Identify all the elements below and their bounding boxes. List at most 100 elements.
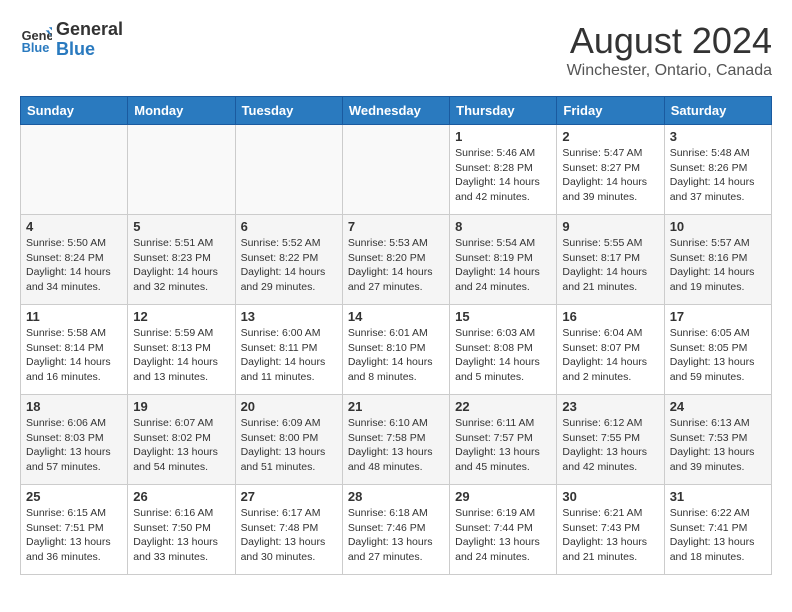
day-info: Sunrise: 5:58 AMSunset: 8:14 PMDaylight:… bbox=[26, 326, 122, 385]
day-info: Sunrise: 6:09 AMSunset: 8:00 PMDaylight:… bbox=[241, 416, 337, 475]
day-header-tuesday: Tuesday bbox=[235, 97, 342, 125]
day-number: 10 bbox=[670, 219, 766, 234]
calendar-week-3: 11Sunrise: 5:58 AMSunset: 8:14 PMDayligh… bbox=[21, 305, 772, 395]
calendar-cell: 20 Sunrise: 6:09 AMSunset: 8:00 PMDayligh… bbox=[235, 395, 342, 485]
calendar-week-2: 4Sunrise: 5:50 AMSunset: 8:24 PMDaylight… bbox=[21, 215, 772, 305]
calendar-cell: 19 Sunrise: 6:07 AMSunset: 8:02 PMDayligh… bbox=[128, 395, 235, 485]
day-number: 3 bbox=[670, 129, 766, 144]
day-number: 1 bbox=[455, 129, 551, 144]
logo-general-text: General bbox=[56, 20, 123, 40]
day-info: Sunrise: 6:05 AMSunset: 8:05 PMDaylight:… bbox=[670, 326, 766, 385]
day-info: Sunrise: 5:48 AMSunset: 8:26 PMDaylight:… bbox=[670, 146, 766, 205]
header-row: SundayMondayTuesdayWednesdayThursdayFrid… bbox=[21, 97, 772, 125]
calendar-cell: 6Sunrise: 5:52 AMSunset: 8:22 PMDaylight… bbox=[235, 215, 342, 305]
day-info: Sunrise: 5:55 AMSunset: 8:17 PMDaylight:… bbox=[562, 236, 658, 295]
day-header-wednesday: Wednesday bbox=[342, 97, 449, 125]
calendar-cell: 23 Sunrise: 6:12 AMSunset: 7:55 PMDayligh… bbox=[557, 395, 664, 485]
calendar-cell: 22Sunrise: 6:11 AMSunset: 7:57 PMDayligh… bbox=[450, 395, 557, 485]
day-number: 25 bbox=[26, 489, 122, 504]
day-info: Sunrise: 5:47 AMSunset: 8:27 PMDaylight:… bbox=[562, 146, 658, 205]
calendar-cell: 16 Sunrise: 6:04 AMSunset: 8:07 PMDayligh… bbox=[557, 305, 664, 395]
calendar-cell bbox=[21, 125, 128, 215]
day-number: 23 bbox=[562, 399, 658, 414]
day-info: Sunrise: 5:54 AMSunset: 8:19 PMDaylight:… bbox=[455, 236, 551, 295]
day-info: Sunrise: 6:12 AMSunset: 7:55 PMDaylight:… bbox=[562, 416, 658, 475]
day-number: 2 bbox=[562, 129, 658, 144]
title-section: August 2024 Winchester, Ontario, Canada bbox=[567, 20, 772, 80]
day-info: Sunrise: 6:07 AMSunset: 8:02 PMDaylight:… bbox=[133, 416, 229, 475]
day-number: 8 bbox=[455, 219, 551, 234]
calendar-cell: 8 Sunrise: 5:54 AMSunset: 8:19 PMDaylight… bbox=[450, 215, 557, 305]
day-number: 31 bbox=[670, 489, 766, 504]
day-info: Sunrise: 6:15 AMSunset: 7:51 PMDaylight:… bbox=[26, 506, 122, 565]
calendar-cell bbox=[342, 125, 449, 215]
day-info: Sunrise: 6:01 AMSunset: 8:10 PMDaylight:… bbox=[348, 326, 444, 385]
day-number: 29 bbox=[455, 489, 551, 504]
day-info: Sunrise: 6:18 AMSunset: 7:46 PMDaylight:… bbox=[348, 506, 444, 565]
day-number: 16 bbox=[562, 309, 658, 324]
calendar-cell: 17Sunrise: 6:05 AMSunset: 8:05 PMDayligh… bbox=[664, 305, 771, 395]
day-number: 14 bbox=[348, 309, 444, 324]
day-number: 22 bbox=[455, 399, 551, 414]
calendar-cell: 7 Sunrise: 5:53 AMSunset: 8:20 PMDaylight… bbox=[342, 215, 449, 305]
day-info: Sunrise: 5:59 AMSunset: 8:13 PMDaylight:… bbox=[133, 326, 229, 385]
day-number: 18 bbox=[26, 399, 122, 414]
calendar-cell: 30 Sunrise: 6:21 AMSunset: 7:43 PMDayligh… bbox=[557, 485, 664, 575]
day-number: 12 bbox=[133, 309, 229, 324]
day-info: Sunrise: 5:46 AMSunset: 8:28 PMDaylight:… bbox=[455, 146, 551, 205]
calendar-cell: 26 Sunrise: 6:16 AMSunset: 7:50 PMDayligh… bbox=[128, 485, 235, 575]
day-info: Sunrise: 5:53 AMSunset: 8:20 PMDaylight:… bbox=[348, 236, 444, 295]
day-header-thursday: Thursday bbox=[450, 97, 557, 125]
day-number: 30 bbox=[562, 489, 658, 504]
day-info: Sunrise: 6:13 AMSunset: 7:53 PMDaylight:… bbox=[670, 416, 766, 475]
day-number: 19 bbox=[133, 399, 229, 414]
day-info: Sunrise: 6:10 AMSunset: 7:58 PMDaylight:… bbox=[348, 416, 444, 475]
day-info: Sunrise: 6:04 AMSunset: 8:07 PMDaylight:… bbox=[562, 326, 658, 385]
calendar-cell: 21 Sunrise: 6:10 AMSunset: 7:58 PMDayligh… bbox=[342, 395, 449, 485]
month-year-title: August 2024 bbox=[567, 20, 772, 62]
calendar-cell: 14 Sunrise: 6:01 AMSunset: 8:10 PMDayligh… bbox=[342, 305, 449, 395]
day-info: Sunrise: 6:21 AMSunset: 7:43 PMDaylight:… bbox=[562, 506, 658, 565]
day-number: 7 bbox=[348, 219, 444, 234]
page-header: General Blue General Blue August 2024 Wi… bbox=[20, 20, 772, 80]
day-number: 20 bbox=[241, 399, 337, 414]
day-header-monday: Monday bbox=[128, 97, 235, 125]
day-info: Sunrise: 6:16 AMSunset: 7:50 PMDaylight:… bbox=[133, 506, 229, 565]
day-number: 27 bbox=[241, 489, 337, 504]
day-header-saturday: Saturday bbox=[664, 97, 771, 125]
day-info: Sunrise: 6:06 AMSunset: 8:03 PMDaylight:… bbox=[26, 416, 122, 475]
calendar-cell bbox=[128, 125, 235, 215]
calendar-cell: 11Sunrise: 5:58 AMSunset: 8:14 PMDayligh… bbox=[21, 305, 128, 395]
day-number: 21 bbox=[348, 399, 444, 414]
day-number: 24 bbox=[670, 399, 766, 414]
calendar-table: SundayMondayTuesdayWednesdayThursdayFrid… bbox=[20, 96, 772, 575]
calendar-cell: 9Sunrise: 5:55 AMSunset: 8:17 PMDaylight… bbox=[557, 215, 664, 305]
calendar-week-4: 18 Sunrise: 6:06 AMSunset: 8:03 PMDayligh… bbox=[21, 395, 772, 485]
day-info: Sunrise: 5:57 AMSunset: 8:16 PMDaylight:… bbox=[670, 236, 766, 295]
day-number: 6 bbox=[241, 219, 337, 234]
calendar-cell bbox=[235, 125, 342, 215]
calendar-cell: 3 Sunrise: 5:48 AMSunset: 8:26 PMDaylight… bbox=[664, 125, 771, 215]
logo-icon: General Blue bbox=[20, 24, 52, 56]
calendar-cell: 15 Sunrise: 6:03 AMSunset: 8:08 PMDayligh… bbox=[450, 305, 557, 395]
calendar-cell: 13Sunrise: 6:00 AMSunset: 8:11 PMDayligh… bbox=[235, 305, 342, 395]
calendar-week-5: 25 Sunrise: 6:15 AMSunset: 7:51 PMDayligh… bbox=[21, 485, 772, 575]
day-info: Sunrise: 6:17 AMSunset: 7:48 PMDaylight:… bbox=[241, 506, 337, 565]
calendar-cell: 12 Sunrise: 5:59 AMSunset: 8:13 PMDayligh… bbox=[128, 305, 235, 395]
calendar-week-1: 1 Sunrise: 5:46 AMSunset: 8:28 PMDaylight… bbox=[21, 125, 772, 215]
day-number: 15 bbox=[455, 309, 551, 324]
day-number: 26 bbox=[133, 489, 229, 504]
day-header-friday: Friday bbox=[557, 97, 664, 125]
day-info: Sunrise: 6:19 AMSunset: 7:44 PMDaylight:… bbox=[455, 506, 551, 565]
day-header-sunday: Sunday bbox=[21, 97, 128, 125]
calendar-cell: 25 Sunrise: 6:15 AMSunset: 7:51 PMDayligh… bbox=[21, 485, 128, 575]
day-info: Sunrise: 6:22 AMSunset: 7:41 PMDaylight:… bbox=[670, 506, 766, 565]
day-number: 5 bbox=[133, 219, 229, 234]
calendar-cell: 27 Sunrise: 6:17 AMSunset: 7:48 PMDayligh… bbox=[235, 485, 342, 575]
day-number: 13 bbox=[241, 309, 337, 324]
calendar-cell: 24 Sunrise: 6:13 AMSunset: 7:53 PMDayligh… bbox=[664, 395, 771, 485]
calendar-cell: 4Sunrise: 5:50 AMSunset: 8:24 PMDaylight… bbox=[21, 215, 128, 305]
svg-text:Blue: Blue bbox=[22, 40, 50, 55]
day-info: Sunrise: 5:51 AMSunset: 8:23 PMDaylight:… bbox=[133, 236, 229, 295]
day-info: Sunrise: 6:03 AMSunset: 8:08 PMDaylight:… bbox=[455, 326, 551, 385]
